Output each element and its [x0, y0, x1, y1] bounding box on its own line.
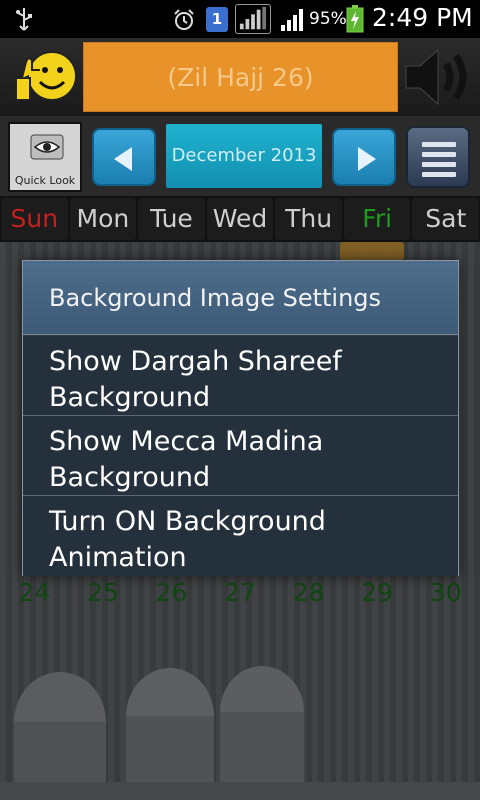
hijri-date: (Zil Hajj 26) — [83, 42, 398, 112]
month-navigation: Quick Look December 2013 — [0, 116, 480, 196]
status-time: 2:49 PM — [372, 3, 473, 32]
status-bar: 1 95% 2:49 PM — [0, 0, 480, 38]
weekday-mon: Mon — [69, 198, 137, 240]
weekday-thu: Thu — [275, 198, 342, 240]
prev-arrow-icon — [114, 147, 132, 171]
thumbs-up-smiley-icon[interactable] — [10, 40, 80, 110]
app-header: (Zil Hajj 26) — [0, 38, 480, 116]
quick-look-label: Quick Look — [14, 174, 76, 187]
weekday-fri: Fri — [343, 198, 411, 240]
usb-icon — [16, 8, 32, 31]
next-arrow-icon — [358, 147, 376, 171]
sim-icon: 1 — [206, 7, 228, 32]
option-background-animation[interactable]: Turn ON Background Animation — [23, 496, 458, 576]
menu-button[interactable] — [406, 126, 470, 188]
background-settings-dialog: Background Image Settings Show Dargah Sh… — [22, 260, 459, 576]
dialog-title: Background Image Settings — [23, 261, 458, 335]
menu-list-icon — [422, 142, 456, 147]
signal-icon — [235, 4, 271, 34]
menu-line — [422, 152, 456, 157]
alarm-icon — [174, 9, 194, 30]
weekday-sun: Sun — [1, 198, 68, 240]
menu-line — [422, 172, 456, 177]
battery-percent: 95% — [309, 9, 347, 29]
next-month-button[interactable] — [332, 128, 396, 186]
quick-look-button[interactable]: Quick Look — [8, 122, 82, 192]
battery-charging-icon — [346, 5, 364, 33]
menu-line — [422, 162, 456, 167]
eye-icon — [30, 134, 64, 160]
option-mecca-madina-background[interactable]: Show Mecca Madina Background — [23, 416, 458, 496]
weekday-sat: Sat — [412, 198, 480, 240]
option-dargah-background[interactable]: Show Dargah Shareef Background — [23, 336, 458, 416]
speaker-icon[interactable] — [402, 42, 478, 112]
weekday-header: Sun Mon Tue Wed Thu Fri Sat — [0, 196, 480, 242]
month-label: December 2013 — [166, 124, 322, 188]
weekday-wed: Wed — [206, 198, 274, 240]
weekday-tue: Tue — [138, 198, 205, 240]
signal-icon — [281, 9, 303, 31]
previous-month-button[interactable] — [92, 128, 156, 186]
